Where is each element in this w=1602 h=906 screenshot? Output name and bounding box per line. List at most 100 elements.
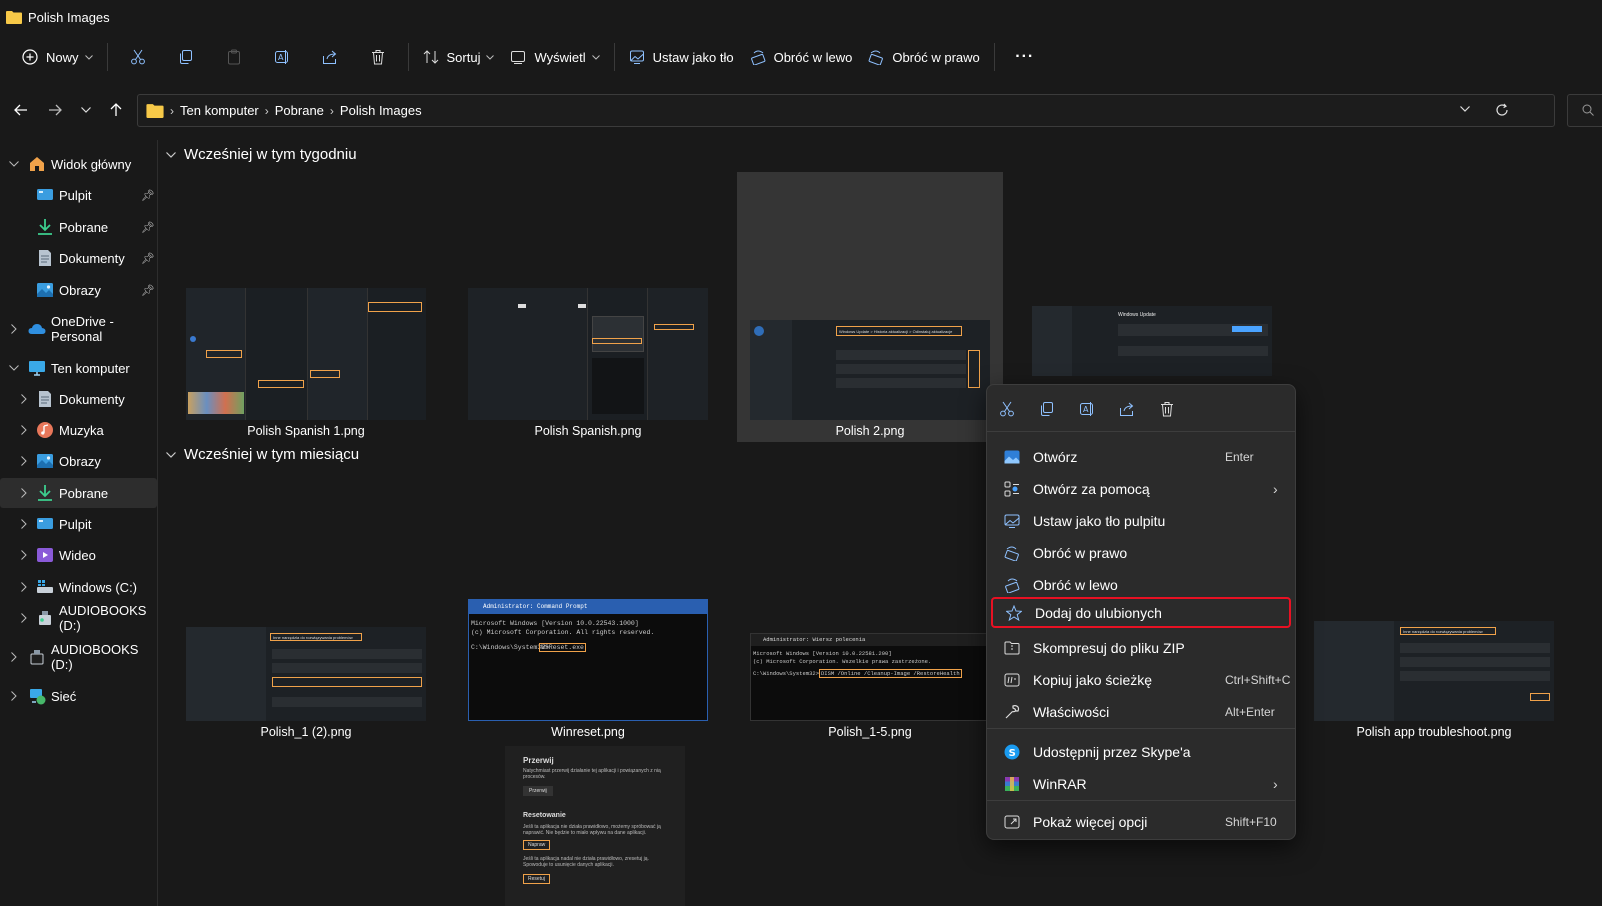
more-options-button[interactable]: ··· — [1001, 40, 1049, 74]
sidebar-item-pictures[interactable]: Obrazy — [0, 446, 157, 476]
breadcrumb-this-pc[interactable]: Ten komputer — [180, 103, 259, 118]
up-button[interactable] — [104, 98, 128, 122]
menu-item-compress-zip[interactable]: Skompresuj do pliku ZIP — [991, 633, 1291, 663]
rename-button[interactable]: A — [258, 40, 306, 74]
refresh-icon[interactable] — [1495, 103, 1509, 117]
expand-chevron-icon[interactable] — [18, 581, 30, 593]
back-button[interactable] — [9, 98, 33, 122]
folder-icon — [6, 10, 22, 24]
menu-item-show-more-options[interactable]: Pokaż więcej opcji Shift+F10 — [991, 807, 1291, 837]
sidebar-item-music[interactable]: Muzyka — [0, 415, 157, 445]
menu-item-set-desktop-background[interactable]: Ustaw jako tło pulpitu — [991, 506, 1291, 536]
group-header-this-month[interactable]: Wcześniej w tym miesiącu — [166, 446, 359, 463]
copy-button[interactable] — [162, 40, 210, 74]
sidebar-item-desktop-pinned[interactable]: Pulpit 📌︎ — [0, 180, 157, 210]
file-item[interactable]: Polish Spanish 1.png — [173, 172, 439, 442]
menu-item-label: Kopiuj jako ścieżkę — [1033, 672, 1153, 688]
share-button[interactable] — [306, 40, 354, 74]
share-button[interactable] — [1115, 397, 1139, 421]
sidebar-item-desktop[interactable]: Pulpit — [0, 509, 157, 539]
address-bar[interactable]: › Ten komputer › Pobrane › Polish Images — [137, 94, 1555, 127]
pin-icon[interactable]: 📌︎ — [141, 189, 155, 202]
menu-item-open[interactable]: Otwórz Enter — [991, 442, 1291, 472]
sidebar-item-home[interactable]: Widok główny — [0, 149, 157, 179]
image-thumbnail-partial[interactable]: Przerwij Natychmiast przerwij działanie … — [505, 746, 685, 906]
sort-button[interactable]: Sortuj — [415, 40, 503, 74]
pin-icon[interactable]: 📌︎ — [141, 252, 155, 265]
thumb-button: Przerwij — [523, 786, 553, 796]
expand-chevron-icon[interactable] — [18, 612, 30, 624]
expand-chevron-icon[interactable] — [8, 323, 20, 335]
sidebar-item-downloads[interactable]: Pobrane — [0, 478, 157, 508]
cut-button[interactable] — [995, 397, 1019, 421]
delete-button[interactable] — [354, 40, 402, 74]
sidebar-item-documents-pinned[interactable]: Dokumenty 📌︎ — [0, 243, 157, 273]
expand-chevron-icon[interactable] — [18, 487, 30, 499]
sidebar-label: Pobrane — [59, 485, 109, 501]
menu-item-rotate-left[interactable]: Obróć w lewo — [991, 570, 1291, 600]
expand-chevron-icon[interactable] — [8, 158, 20, 170]
rotate-right-button[interactable]: Obróć w prawo — [860, 40, 987, 74]
sidebar-item-videos[interactable]: Wideo — [0, 540, 157, 570]
sidebar-item-onedrive[interactable]: OneDrive - Personal — [0, 314, 157, 344]
chevron-down-icon — [591, 54, 600, 60]
menu-item-copy-as-path[interactable]: Kopiuj jako ścieżkę Ctrl+Shift+C — [991, 665, 1291, 695]
expand-chevron-icon[interactable] — [18, 393, 30, 405]
sidebar-item-documents[interactable]: Dokumenty — [0, 384, 157, 414]
cut-button[interactable] — [114, 40, 162, 74]
menu-item-open-with[interactable]: Otwórz za pomocą › — [991, 474, 1291, 504]
sidebar-item-downloads-pinned[interactable]: Pobrane 📌︎ — [0, 212, 157, 242]
copy-button[interactable] — [1035, 397, 1059, 421]
sidebar-item-network[interactable]: Sieć — [0, 681, 157, 711]
sidebar-label: Widok główny — [51, 156, 132, 172]
file-item[interactable]: Inne narzędzia do rozwiązywania problemó… — [1301, 473, 1567, 743]
expand-chevron-icon[interactable] — [18, 518, 30, 530]
divider — [407, 43, 409, 71]
paste-button[interactable] — [210, 40, 258, 74]
recent-locations-button[interactable] — [74, 98, 98, 122]
expand-chevron-icon[interactable] — [18, 549, 30, 561]
breadcrumb-polish-images[interactable]: Polish Images — [340, 103, 422, 118]
menu-item-rotate-right[interactable]: Obróć w prawo — [991, 538, 1291, 568]
sidebar-item-audiobooks-d[interactable]: AUDIOBOOKS (D:) — [0, 642, 157, 672]
menu-item-add-to-favorites[interactable]: Dodaj do ulubionych — [991, 597, 1291, 628]
image-thumbnail: Inne narzędzia do rozwiązywania problemó… — [186, 627, 426, 721]
thumb-title: Inne narzędzia do rozwiązywania problemó… — [1400, 627, 1496, 635]
file-item[interactable]: Inne narzędzia do rozwiązywania problemó… — [173, 473, 439, 743]
menu-item-share-skype[interactable]: S Udostępnij przez Skype'a — [991, 737, 1291, 767]
chevron-right-icon: › — [170, 103, 174, 118]
new-button[interactable]: Nowy — [14, 40, 101, 74]
rotate-left-icon — [750, 49, 766, 65]
sidebar-item-audiobooks-d-pc[interactable]: AUDIOBOOKS (D:) — [0, 603, 157, 633]
file-item[interactable]: Administrator: Command Prompt Microsoft … — [455, 473, 721, 743]
menu-item-winrar[interactable]: WinRAR › — [991, 769, 1291, 799]
thumb-text: (c) Microsoft Corporation. Wszelkie praw… — [753, 658, 932, 665]
expand-chevron-icon[interactable] — [8, 690, 20, 702]
rotate-right-icon — [1003, 544, 1021, 562]
group-header-this-week[interactable]: Wcześniej w tym tygodniu — [166, 146, 357, 163]
view-button[interactable]: Wyświetl — [502, 40, 607, 74]
file-item[interactable]: Administrator: Wiersz polecenia Microsof… — [737, 473, 1003, 743]
forward-button[interactable] — [43, 98, 67, 122]
rename-icon: A — [274, 49, 290, 65]
thumb-text: Microsoft Windows [Version 10.0.22543.10… — [471, 620, 639, 627]
rename-button[interactable]: A — [1075, 397, 1099, 421]
sidebar-item-this-pc[interactable]: Ten komputer — [0, 353, 157, 383]
pin-icon[interactable]: 📌︎ — [141, 221, 155, 234]
expand-chevron-icon[interactable] — [18, 424, 30, 436]
search-input[interactable] — [1567, 94, 1602, 127]
menu-item-properties[interactable]: Właściwości Alt+Enter — [991, 697, 1291, 727]
sidebar-item-windows-c[interactable]: Windows (C:) — [0, 572, 157, 602]
address-dropdown-icon[interactable] — [1460, 106, 1470, 112]
expand-chevron-icon[interactable] — [8, 651, 20, 663]
breadcrumb-downloads[interactable]: Pobrane — [275, 103, 324, 118]
sidebar-item-pictures-pinned[interactable]: Obrazy 📌︎ — [0, 275, 157, 305]
rotate-left-button[interactable]: Obróć w lewo — [742, 40, 861, 74]
expand-chevron-icon[interactable] — [18, 455, 30, 467]
pin-icon[interactable]: 📌︎ — [141, 284, 155, 297]
expand-chevron-icon[interactable] — [8, 362, 20, 374]
file-item-selected[interactable]: Windows Update > Historia aktualizacji >… — [737, 172, 1003, 442]
set-background-button[interactable]: Ustaw jako tło — [621, 40, 742, 74]
file-item[interactable]: Polish Spanish.png — [455, 172, 721, 442]
delete-button[interactable] — [1155, 397, 1179, 421]
